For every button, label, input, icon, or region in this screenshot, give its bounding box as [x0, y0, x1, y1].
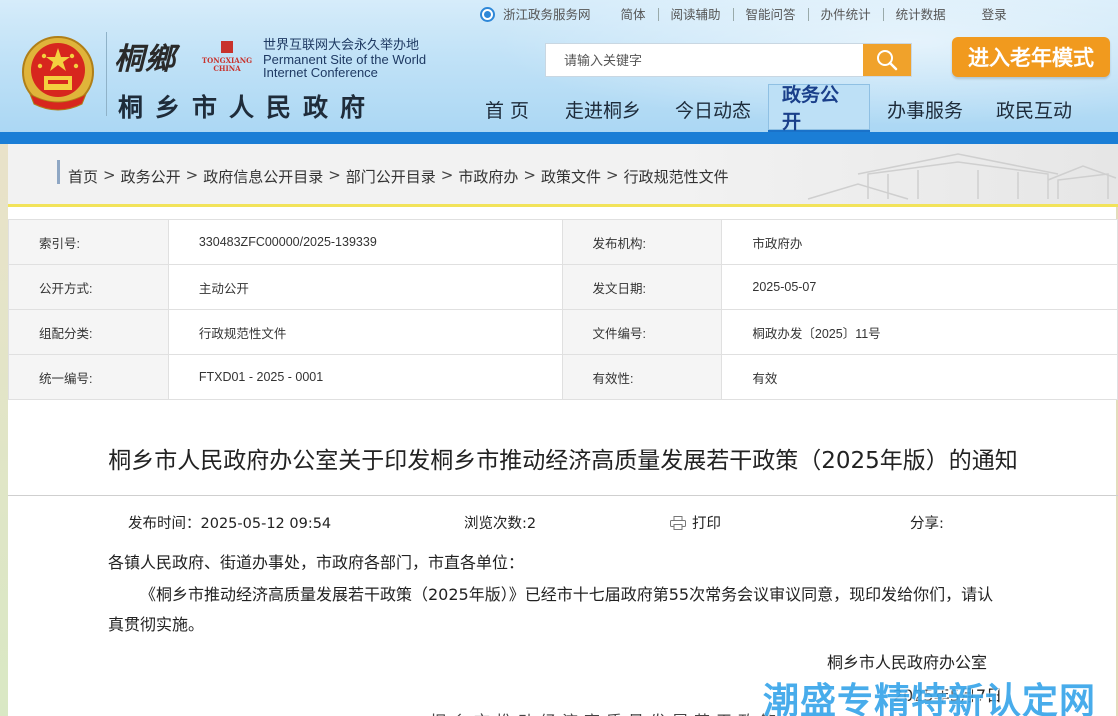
breadcrumb-home[interactable]: 首页 [68, 166, 98, 187]
nav-about-tongxiang[interactable]: 走进桐乡 [548, 84, 658, 134]
salutation: 各镇人民政府、街道办事处，市政府各部门，市直各单位： [108, 553, 525, 572]
wic-slogan: 世界互联网大会永久举办地 Permanent Site of the World… [263, 38, 426, 79]
meta-value-publisher: 市政府办 [721, 219, 1118, 265]
logo-pinyin-country: CHINA [213, 64, 241, 73]
top-utility-bar: 浙江政务服务网 简体 阅读辅助 智能问答 办件统计 统计数据 登录 [480, 4, 1019, 24]
nav-services[interactable]: 办事服务 [870, 84, 980, 134]
search-box [545, 43, 912, 77]
meta-key-doc-number: 文件编号: [561, 309, 723, 355]
breadcrumb-dept-catalog[interactable]: 部门公开目录 [346, 166, 436, 187]
publish-time: 发布时间：2025-05-12 09:54 [128, 516, 332, 532]
topbar-reading-aid-link[interactable]: 阅读辅助 [657, 7, 733, 21]
search-input[interactable] [546, 44, 863, 76]
search-icon [877, 50, 898, 71]
wic-slogan-en-2: Internet Conference [263, 65, 378, 80]
main-nav: 首 页 走进桐乡 今日动态 政务公开 办事服务 政民互动 [466, 82, 1088, 136]
architecture-decoration [807, 153, 1117, 200]
nav-news[interactable]: 今日动态 [658, 84, 768, 134]
topbar-portal-link[interactable]: 浙江政务服务网 [495, 8, 603, 21]
wic-slogan-cn: 世界互联网大会永久举办地 [263, 38, 420, 53]
topbar-simplified-link[interactable]: 简体 [603, 8, 658, 21]
document-meta-table: 索引号: 330483ZFC00000/2025-139339 发布机构: 市政… [8, 219, 1118, 400]
nav-interaction[interactable]: 政民互动 [980, 84, 1088, 134]
search-button[interactable] [863, 44, 911, 76]
left-decor-stripe [0, 144, 8, 716]
divider-line [8, 204, 1118, 207]
meta-key-unified-number: 统一编号: [8, 354, 169, 400]
breadcrumb-gov-affairs[interactable]: 政务公开 [121, 166, 181, 187]
meta-key-category: 组配分类: [8, 309, 169, 355]
print-button[interactable]: 打印 [670, 512, 721, 533]
table-row: 公开方式: 主动公开 发文日期: 2025-05-07 [8, 264, 1118, 310]
partial-line-text: 桐乡市推动经济高质量发展若干政策 [430, 708, 782, 716]
breadcrumb-gov-office[interactable]: 市政府办 [458, 166, 518, 187]
meta-value-issue-date: 2025-05-07 [721, 264, 1118, 310]
watermark-text: 潮盛专精特新认定网 [763, 681, 1097, 716]
nav-home[interactable]: 首 页 [466, 84, 548, 134]
breadcrumb-marker [57, 160, 60, 184]
body-paragraph: 《桐乡市推动经济高质量发展若干政策（2025年版）》已经市十七届政府第55次常务… [108, 585, 994, 634]
table-row: 统一编号: FTXD01 - 2025 - 0001 有效性: 有效 [8, 354, 1118, 400]
meta-value-category: 行政规范性文件 [167, 309, 563, 355]
zhejiang-portal-icon[interactable] [480, 6, 495, 22]
breadcrumb-policy-docs[interactable]: 政策文件 [541, 166, 601, 187]
meta-key-validity: 有效性: [561, 354, 723, 400]
calligraphy-logo: 桐鄉 [114, 42, 176, 77]
breadcrumb-area: 首页 > 政务公开 > 政府信息公开目录 > 部门公开目录 > 市政府办 > 政策文件 > … [8, 144, 1118, 204]
meta-key-publisher: 发布机构: [561, 219, 723, 265]
site-title[interactable]: 桐乡市人民政府 [118, 88, 377, 124]
title-divider [8, 495, 1118, 496]
meta-value-validity: 有效 [721, 354, 1118, 400]
topbar-login-link[interactable]: 登录 [958, 8, 1019, 21]
topbar-case-stats-link[interactable]: 办件统计 [807, 7, 883, 21]
meta-key-disclosure: 公开方式: [8, 264, 169, 310]
breadcrumb-info-catalog[interactable]: 政府信息公开目录 [203, 166, 323, 187]
meta-value-index: 330483ZFC00000/2025-139339 [167, 219, 563, 265]
share-label: 分享: [910, 516, 944, 532]
article-title: 桐乡市人民政府办公室关于印发桐乡市推动经济高质量发展若干政策（2025年版）的通… [108, 448, 1018, 474]
breadcrumb-normative-docs[interactable]: 行政规范性文件 [624, 166, 729, 187]
tongxiang-mark: TONGXIANG CHINA [198, 38, 256, 73]
table-row: 索引号: 330483ZFC00000/2025-139339 发布机构: 市政… [8, 219, 1118, 265]
meta-key-issue-date: 发文日期: [561, 264, 723, 310]
signer: 桐乡市人民政府办公室 [827, 653, 988, 672]
table-row: 组配分类: 行政规范性文件 文件编号: 桐政办发〔2025〕11号 [8, 309, 1118, 355]
nav-gov-affairs[interactable]: 政务公开 [768, 84, 870, 134]
breadcrumb: 首页 > 政务公开 > 政府信息公开目录 > 部门公开目录 > 市政府办 > 政策文件 > … [68, 166, 729, 187]
logo-divider [106, 32, 107, 116]
meta-value-unified-number: FTXD01 - 2025 - 0001 [167, 354, 563, 400]
national-emblem-icon[interactable] [20, 34, 96, 116]
topbar-stats-data-link[interactable]: 统计数据 [882, 7, 958, 21]
meta-value-doc-number: 桐政办发〔2025〕11号 [721, 309, 1118, 355]
topbar-smart-qa-link[interactable]: 智能问答 [732, 7, 808, 21]
header-accent-band [0, 132, 1118, 144]
meta-key-index: 索引号: [8, 219, 169, 265]
view-count: 浏览次数:2 [464, 516, 537, 532]
red-seal-icon [221, 41, 233, 53]
print-label: 打印 [692, 516, 721, 532]
meta-value-disclosure: 主动公开 [167, 264, 563, 310]
printer-icon [670, 515, 686, 530]
elder-mode-button[interactable]: 进入老年模式 [952, 37, 1110, 77]
site-header: 浙江政务服务网 简体 阅读辅助 智能问答 办件统计 统计数据 登录 桐鄉 TON… [0, 0, 1118, 140]
